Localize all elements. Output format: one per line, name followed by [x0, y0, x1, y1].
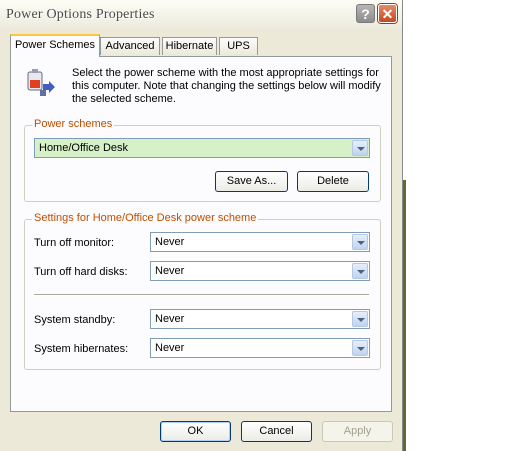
power-scheme-select[interactable]: Home/Office Desk: [34, 138, 370, 158]
tab-hibernate[interactable]: Hibernate: [162, 37, 217, 55]
turn-off-monitor-value: Never: [155, 236, 185, 248]
chevron-down-icon[interactable]: [352, 140, 368, 156]
title-bar[interactable]: Power Options Properties ? ✕: [0, 0, 402, 29]
apply-button[interactable]: Apply: [322, 421, 393, 442]
chevron-down-icon[interactable]: [352, 234, 368, 250]
save-as-button[interactable]: Save As...: [215, 171, 288, 192]
settings-divider: [34, 294, 369, 296]
system-hibernates-label: System hibernates:: [34, 343, 129, 355]
chevron-down-icon[interactable]: [352, 340, 368, 356]
close-button[interactable]: ✕: [378, 4, 397, 23]
window-title: Power Options Properties: [6, 7, 155, 22]
turn-off-monitor-label: Turn off monitor:: [34, 237, 115, 249]
tab-ups[interactable]: UPS: [219, 37, 258, 55]
power-options-window: Power Options Properties ? ✕ Power Schem…: [0, 0, 403, 451]
help-button[interactable]: ?: [356, 4, 375, 23]
settings-group-title: Settings for Home/Office Desk power sche…: [32, 212, 259, 224]
help-icon: ?: [361, 6, 370, 22]
ok-button[interactable]: OK: [160, 421, 231, 442]
power-scheme-icon: [27, 69, 55, 96]
close-icon: ✕: [381, 6, 394, 22]
system-standby-value: Never: [155, 313, 185, 325]
intro-text: Select the power scheme with the most ap…: [72, 67, 381, 105]
tab-power-schemes[interactable]: Power Schemes: [10, 34, 100, 57]
turn-off-hard-disks-label: Turn off hard disks:: [34, 266, 128, 278]
delete-button[interactable]: Delete: [297, 171, 369, 192]
turn-off-hard-disks-value: Never: [155, 265, 185, 277]
system-hibernates-value: Never: [155, 342, 185, 354]
power-scheme-selected-value: Home/Office Desk: [39, 142, 129, 154]
chevron-down-icon[interactable]: [352, 311, 368, 327]
system-standby-select[interactable]: Never: [150, 309, 370, 329]
power-schemes-group-title: Power schemes: [32, 118, 115, 130]
system-standby-label: System standby:: [34, 314, 116, 326]
turn-off-hard-disks-select[interactable]: Never: [150, 261, 370, 281]
tab-advanced[interactable]: Advanced: [100, 37, 160, 55]
turn-off-monitor-select[interactable]: Never: [150, 232, 370, 252]
cancel-button[interactable]: Cancel: [241, 421, 312, 442]
chevron-down-icon[interactable]: [352, 263, 368, 279]
background-window-edge: [403, 180, 406, 451]
system-hibernates-select[interactable]: Never: [150, 338, 370, 358]
